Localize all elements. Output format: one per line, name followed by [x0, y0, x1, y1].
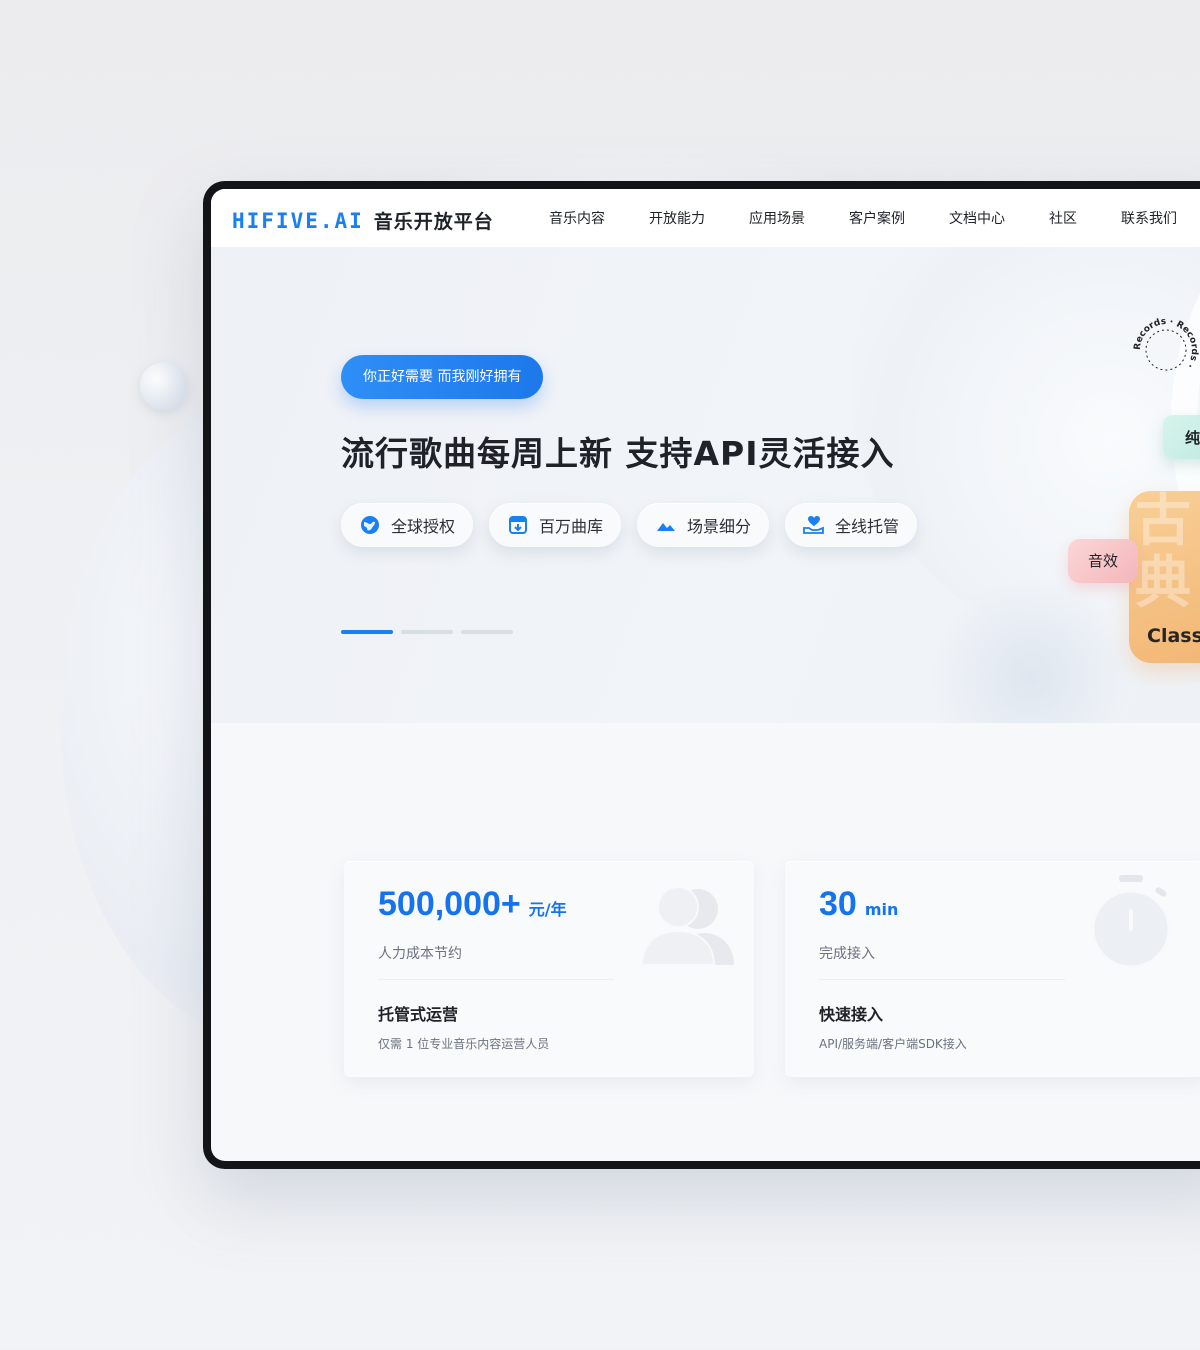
- carousel-dot-1[interactable]: [341, 630, 393, 634]
- stat-number: 500,000+ 元/年: [378, 885, 567, 924]
- carousel-indicators: [341, 630, 521, 634]
- device-frame: HIFIVE.AI 音乐开放平台 音乐内容 开放能力 应用场景 客户案例 文档中…: [203, 181, 1200, 1169]
- feature-global-license[interactable]: 全球授权: [341, 503, 474, 547]
- nav-item-community[interactable]: 社区: [1049, 208, 1077, 228]
- stat-value: 500,000+: [378, 885, 521, 923]
- nav-item-open-capability[interactable]: 开放能力: [649, 208, 705, 228]
- svg-text:Records · Records ·: Records · Records ·: [1133, 317, 1199, 370]
- top-nav: HIFIVE.AI 音乐开放平台 音乐内容 开放能力 应用场景 客户案例 文档中…: [211, 189, 1200, 247]
- carousel-dot-3[interactable]: [461, 630, 513, 634]
- feature-scene-segment[interactable]: 场景细分: [637, 503, 770, 547]
- feature-label: 全球授权: [391, 517, 456, 536]
- stat-card-cost: 500,000+ 元/年 人力成本节约 托管式运营 仅需 1 位专业音乐内容运营…: [344, 861, 754, 1077]
- feature-label: 百万曲库: [539, 517, 604, 536]
- nav-item-scenarios[interactable]: 应用场景: [749, 208, 805, 228]
- hand-heart-icon: [803, 514, 825, 536]
- classic-card: 古典 Classic: [1129, 491, 1200, 663]
- nav-item-cases[interactable]: 客户案例: [849, 208, 905, 228]
- background-ball: [140, 362, 188, 410]
- stat-divider: [378, 979, 614, 980]
- records-text: Records · Records ·: [1133, 317, 1199, 370]
- feature-label: 全线托管: [835, 517, 900, 536]
- stat-description: 仅需 1 位专业音乐内容运营人员: [378, 1037, 550, 1051]
- stat-unit: 元/年: [528, 900, 567, 919]
- feature-list: 全球授权 百万曲库 场景细分 全线托管: [341, 503, 933, 547]
- stopwatch-icon: [1091, 875, 1171, 969]
- nav-item-docs[interactable]: 文档中心: [949, 208, 1005, 228]
- feature-million-library[interactable]: 百万曲库: [489, 503, 622, 547]
- stat-heading: 托管式运营: [378, 1005, 459, 1024]
- users-icon: [640, 886, 734, 966]
- stat-description: API/服务端/客户端SDK接入: [819, 1037, 967, 1051]
- stat-card-speed: 30 min 完成接入 快速接入 API/服务端/客户端SDK接入: [785, 861, 1200, 1077]
- library-icon: [507, 514, 529, 536]
- stat-subtitle: 完成接入: [819, 946, 875, 962]
- stat-value: 30: [819, 885, 857, 923]
- classic-card-en: Classic: [1147, 625, 1200, 647]
- logo[interactable]: HIFIVE.AI 音乐开放平台: [232, 207, 494, 234]
- stat-divider: [819, 979, 1065, 980]
- hero-title: 流行歌曲每周上新 支持API灵活接入: [341, 434, 895, 473]
- sound-effect-chip: 音效: [1068, 539, 1138, 583]
- logo-text: 音乐开放平台: [373, 211, 494, 233]
- nav-items: 音乐内容 开放能力 应用场景 客户案例 文档中心 社区 联系我们: [549, 189, 1200, 247]
- feature-full-hosting[interactable]: 全线托管: [785, 503, 918, 547]
- mountain-icon: [655, 514, 677, 536]
- hero-banner: 你正好需要 而我刚好拥有 流行歌曲每周上新 支持API灵活接入 全球授权 百万曲…: [211, 247, 1200, 723]
- globe-icon: [359, 514, 381, 536]
- stat-heading: 快速接入: [819, 1005, 884, 1024]
- carousel-dot-2[interactable]: [401, 630, 453, 634]
- hero-tag: 你正好需要 而我刚好拥有: [341, 355, 544, 399]
- stat-subtitle: 人力成本节约: [378, 946, 462, 962]
- nav-item-music-content[interactable]: 音乐内容: [549, 208, 605, 228]
- logo-mark: HIFIVE.AI: [232, 208, 364, 233]
- pure-music-chip: 纯: [1163, 415, 1200, 459]
- nav-item-contact[interactable]: 联系我们: [1121, 208, 1177, 228]
- records-badge: Records · Records ·: [1133, 317, 1199, 371]
- classic-card-cn: 古典: [1135, 491, 1191, 616]
- stat-number: 30 min: [819, 885, 898, 924]
- stat-unit: min: [864, 900, 899, 919]
- feature-label: 场景细分: [687, 517, 752, 536]
- pure-chip-label: 纯: [1185, 429, 1200, 447]
- screen: HIFIVE.AI 音乐开放平台 音乐内容 开放能力 应用场景 客户案例 文档中…: [211, 189, 1200, 1161]
